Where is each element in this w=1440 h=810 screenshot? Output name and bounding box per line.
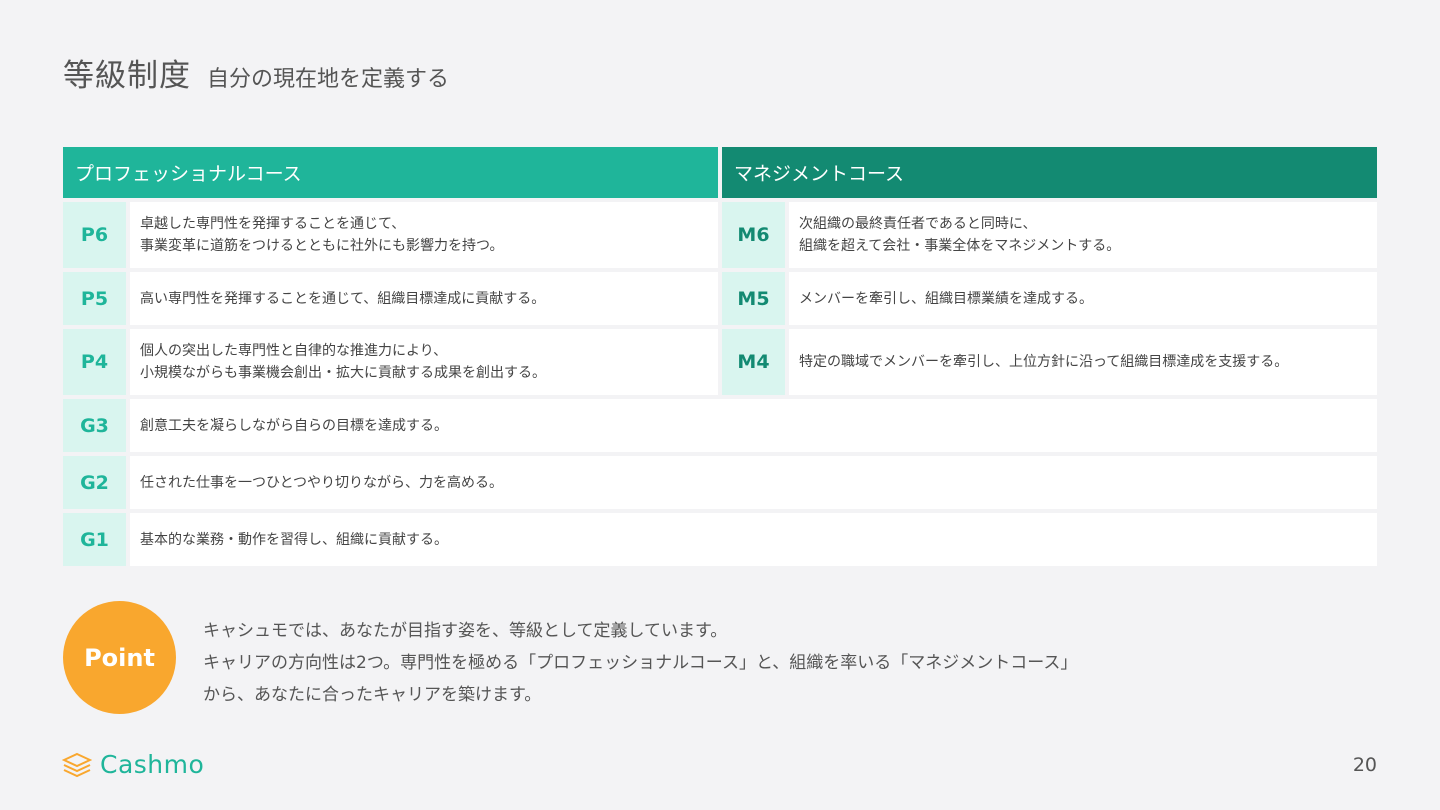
title-block: 等級制度 自分の現在地を定義する bbox=[63, 50, 449, 95]
description-line: 任された仕事を一つひとつやり切りながら、力を高める。 bbox=[140, 474, 504, 491]
grade-code: P6 bbox=[63, 202, 126, 268]
grade-description: 卓越した専門性を発揮することを通じて、 事業変革に道筋をつけるとともに社外にも影… bbox=[130, 202, 718, 268]
description-line: 個人の突出した専門性と自律的な推進力により、 bbox=[140, 343, 448, 359]
grade-row-g2: G2 任された仕事を一つひとつやり切りながら、力を高める。 bbox=[63, 456, 1377, 509]
grade-row-m5: M5 メンバーを牽引し、組織目標業績を達成する。 bbox=[722, 272, 1377, 325]
description-line: メンバーを牽引し、組織目標業績を達成する。 bbox=[799, 290, 1093, 307]
grade-description: 創意工夫を凝らしながら自らの目標を達成する。 bbox=[130, 399, 1377, 452]
management-course-header: マネジメントコース bbox=[722, 147, 1377, 198]
grade-code: G3 bbox=[63, 399, 126, 452]
grade-row-m4: M4 特定の職域でメンバーを牽引し、上位方針に沿って組織目標達成を支援する。 bbox=[722, 329, 1377, 395]
point-line: から、あなたに合ったキャリアを築けます。 bbox=[203, 685, 542, 705]
description-line: 創意工夫を凝らしながら自らの目標を達成する。 bbox=[140, 417, 448, 434]
description-line: 卓越した専門性を発揮することを通じて、 bbox=[140, 216, 406, 232]
grade-code: G1 bbox=[63, 513, 126, 566]
point-line: キャリアの方向性は2つ。専門性を極める「プロフェッショナルコース」と、組織を率い… bbox=[203, 653, 1078, 673]
grade-row-m6: M6 次組織の最終責任者であると同時に、 組織を超えて会社・事業全体をマネジメン… bbox=[722, 202, 1377, 268]
grade-description: 特定の職域でメンバーを牽引し、上位方針に沿って組織目標達成を支援する。 bbox=[789, 329, 1377, 395]
grade-description: 個人の突出した専門性と自律的な推進力により、 小規模ながらも事業機会創出・拡大に… bbox=[130, 329, 718, 395]
page-subtitle: 自分の現在地を定義する bbox=[207, 67, 450, 92]
grade-row-p5: P5 高い専門性を発揮することを通じて、組織目標達成に貢献する。 bbox=[63, 272, 718, 325]
point-text: キャシュモでは、あなたが目指す姿を、等級として定義しています。 キャリアの方向性… bbox=[203, 615, 1077, 711]
grade-code: M6 bbox=[722, 202, 785, 268]
grade-code: P4 bbox=[63, 329, 126, 395]
logo-text: Cashmo bbox=[100, 750, 205, 779]
grade-code: G2 bbox=[63, 456, 126, 509]
description-line: 組織を超えて会社・事業全体をマネジメントする。 bbox=[799, 238, 1121, 254]
grade-code: M4 bbox=[722, 329, 785, 395]
grade-row-p6: P6 卓越した専門性を発揮することを通じて、 事業変革に道筋をつけるとともに社外… bbox=[63, 202, 718, 268]
grade-code: P5 bbox=[63, 272, 126, 325]
grade-description: 高い専門性を発揮することを通じて、組織目標達成に貢献する。 bbox=[130, 272, 718, 325]
page-number: 20 bbox=[1352, 754, 1377, 776]
grade-row-g1: G1 基本的な業務・動作を習得し、組織に貢献する。 bbox=[63, 513, 1377, 566]
grade-description: 基本的な業務・動作を習得し、組織に貢献する。 bbox=[130, 513, 1377, 566]
grade-description: 任された仕事を一つひとつやり切りながら、力を高める。 bbox=[130, 456, 1377, 509]
grade-description: 次組織の最終責任者であると同時に、 組織を超えて会社・事業全体をマネジメントする… bbox=[789, 202, 1377, 268]
point-badge: Point bbox=[63, 601, 176, 714]
grade-code: M5 bbox=[722, 272, 785, 325]
grade-description: メンバーを牽引し、組織目標業績を達成する。 bbox=[789, 272, 1377, 325]
page-title: 等級制度 bbox=[63, 58, 191, 94]
point-line: キャシュモでは、あなたが目指す姿を、等級として定義しています。 bbox=[203, 621, 728, 641]
grade-row-p4: P4 個人の突出した専門性と自律的な推進力により、 小規模ながらも事業機会創出・… bbox=[63, 329, 718, 395]
stack-logo-icon bbox=[62, 752, 92, 777]
description-line: 事業変革に道筋をつけるとともに社外にも影響力を持つ。 bbox=[140, 238, 504, 254]
description-line: 高い専門性を発揮することを通じて、組織目標達成に貢献する。 bbox=[140, 290, 546, 307]
description-line: 小規模ながらも事業機会創出・拡大に貢献する成果を創出する。 bbox=[140, 365, 546, 381]
grade-row-g3: G3 創意工夫を凝らしながら自らの目標を達成する。 bbox=[63, 399, 1377, 452]
description-line: 次組織の最終責任者であると同時に、 bbox=[799, 216, 1037, 232]
description-line: 基本的な業務・動作を習得し、組織に貢献する。 bbox=[140, 531, 448, 548]
description-line: 特定の職域でメンバーを牽引し、上位方針に沿って組織目標達成を支援する。 bbox=[799, 354, 1289, 370]
brand-logo: Cashmo bbox=[62, 750, 204, 779]
professional-course-header: プロフェッショナルコース bbox=[63, 147, 718, 198]
